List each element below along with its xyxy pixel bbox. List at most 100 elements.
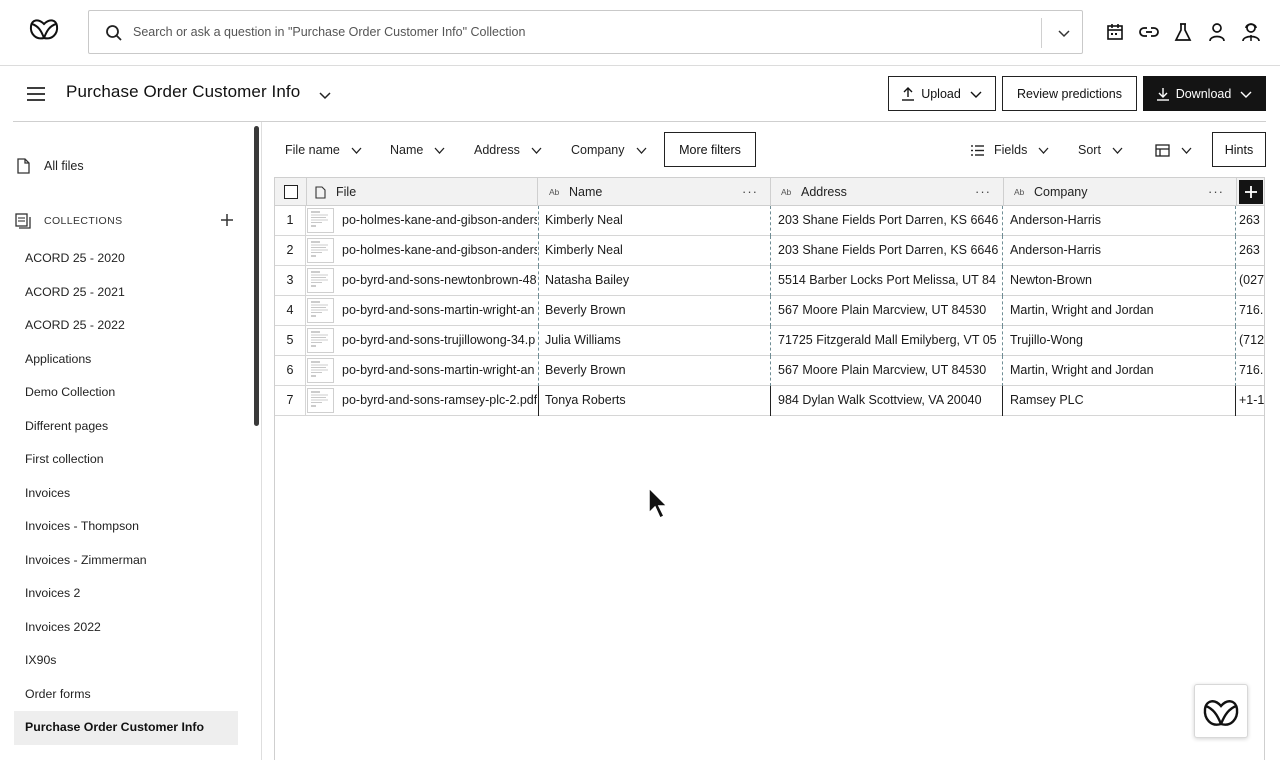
document-thumbnail[interactable]	[307, 358, 334, 383]
cell-address[interactable]: 567 Moore Plain Marcview, UT 84530	[771, 356, 1003, 385]
cell-name[interactable]: Julia Williams	[538, 326, 770, 355]
download-icon	[1156, 87, 1170, 101]
cell-name[interactable]: Natasha Bailey	[538, 266, 770, 295]
column-header-company[interactable]: Ab Company ···	[1014, 178, 1236, 206]
app-logo-icon[interactable]	[28, 14, 60, 42]
cell-company[interactable]: Martin, Wright and Jordan	[1003, 356, 1235, 385]
collection-switcher-chevron-icon[interactable]	[316, 86, 334, 104]
cell-company[interactable]: Ramsey PLC	[1003, 386, 1235, 415]
sidebar-item-collection[interactable]: Demo Collection	[14, 376, 238, 410]
menu-hamburger-icon[interactable]	[25, 83, 47, 105]
cell-file-name: po-byrd-and-sons-martin-wright-an	[342, 303, 535, 317]
cell-company[interactable]: Trujillo-Wong	[1003, 326, 1235, 355]
sidebar-item-all-files[interactable]: All files	[17, 156, 84, 176]
fields-menu[interactable]: Fields	[970, 139, 1050, 161]
cell-next-column[interactable]: 716.	[1236, 296, 1264, 325]
cell-next-column[interactable]: (712	[1236, 326, 1264, 355]
document-thumbnail[interactable]	[307, 208, 334, 233]
more-filters-button[interactable]: More filters	[664, 132, 756, 167]
add-column-button[interactable]	[1239, 180, 1263, 204]
review-predictions-button[interactable]: Review predictions	[1002, 76, 1137, 111]
table-row[interactable]: 2 po-holmes-kane-and-gibson-anders Kimberl…	[275, 236, 1264, 266]
filter-address[interactable]: Address	[474, 139, 543, 161]
sidebar-item-collection[interactable]: ACORD 25 - 2021	[14, 276, 238, 310]
collections-icon	[15, 213, 31, 229]
add-collection-icon[interactable]	[219, 212, 235, 228]
sidebar-item-collection[interactable]: Invoices	[14, 477, 238, 511]
document-thumbnail[interactable]	[307, 328, 334, 353]
table-row[interactable]: 5 po-byrd-and-sons-trujillowong-34.p Julia…	[275, 326, 1264, 356]
sidebar-item-active-collection[interactable]: Purchase Order Customer Info	[14, 711, 238, 745]
cell-address[interactable]: 203 Shane Fields Port Darren, KS 6646	[771, 206, 1003, 235]
column-header-file[interactable]: File	[315, 178, 537, 206]
filter-file-name[interactable]: File name	[285, 139, 363, 161]
filter-company[interactable]: Company	[571, 139, 648, 161]
sidebar-item-collection[interactable]: Invoices 2	[14, 577, 238, 611]
sidebar-scrollbar[interactable]	[254, 126, 259, 426]
column-menu-icon[interactable]: ···	[975, 184, 991, 199]
cell-address[interactable]: 203 Shane Fields Port Darren, KS 6646	[771, 236, 1003, 265]
cell-address[interactable]: 5514 Barber Locks Port Melissa, UT 84	[771, 266, 1003, 295]
cell-company[interactable]: Newton-Brown	[1003, 266, 1235, 295]
table-row[interactable]: 3 po-byrd-and-sons-newtonbrown-48 Natasha …	[275, 266, 1264, 296]
sidebar-item-collection[interactable]: IX90s	[14, 644, 238, 678]
upload-button[interactable]: Upload	[888, 76, 996, 111]
sidebar-item-collection[interactable]: Applications	[14, 343, 238, 377]
calendar-icon[interactable]	[1102, 20, 1128, 44]
view-layout-menu[interactable]	[1155, 139, 1193, 161]
document-thumbnail[interactable]	[307, 238, 334, 263]
table-row[interactable]: 6 po-byrd-and-sons-martin-wright-an Beverl…	[275, 356, 1264, 386]
cell-address[interactable]: 71725 Fitzgerald Mall Emilyberg, VT 05	[771, 326, 1003, 355]
hints-button[interactable]: Hints	[1212, 132, 1266, 167]
review-predictions-label: Review predictions	[1017, 86, 1122, 101]
chevron-down-icon	[1180, 144, 1193, 157]
sidebar-item-collection[interactable]: ACORD 25 - 2022	[14, 309, 238, 343]
cell-next-column[interactable]: 716.	[1236, 356, 1264, 385]
sidebar-item-collection[interactable]: Invoices 2022	[14, 611, 238, 645]
cell-name[interactable]: Tonya Roberts	[538, 386, 770, 415]
cell-next-column[interactable]: 263	[1236, 206, 1264, 235]
table-row[interactable]: 7 po-byrd-and-sons-ramsey-plc-2.pdf Tonya …	[275, 386, 1264, 416]
sidebar-item-collection[interactable]: First collection	[14, 443, 238, 477]
column-header-address[interactable]: Ab Address ···	[781, 178, 1003, 206]
table-row[interactable]: 1 po-holmes-kane-and-gibson-anders Kimberl…	[275, 206, 1264, 236]
select-all-checkbox[interactable]	[284, 185, 298, 199]
assistant-launcher-button[interactable]	[1194, 684, 1248, 738]
document-thumbnail[interactable]	[307, 298, 334, 323]
cell-next-column[interactable]: (027	[1236, 266, 1264, 295]
column-header-file-label: File	[336, 185, 357, 199]
filter-name[interactable]: Name	[390, 139, 446, 161]
sidebar-item-collection[interactable]: Invoices - Zimmerman	[14, 544, 238, 578]
cell-name[interactable]: Kimberly Neal	[538, 206, 770, 235]
user-icon[interactable]	[1204, 20, 1230, 44]
flask-icon[interactable]	[1170, 20, 1196, 44]
table-row[interactable]: 4 po-byrd-and-sons-martin-wright-an Beverl…	[275, 296, 1264, 326]
cell-name[interactable]: Beverly Brown	[538, 296, 770, 325]
cell-next-column[interactable]: +1-1	[1236, 386, 1264, 415]
document-thumbnail[interactable]	[307, 388, 334, 413]
cell-company[interactable]: Martin, Wright and Jordan	[1003, 296, 1235, 325]
search-options-chevron-icon[interactable]	[1055, 24, 1073, 42]
link-icon[interactable]	[1136, 20, 1162, 44]
cell-address[interactable]: 984 Dylan Walk Scottview, VA 20040	[771, 386, 1003, 415]
sidebar-item-collection[interactable]: ACORD 25 - 2020	[14, 242, 238, 276]
search-input[interactable]	[133, 19, 1033, 45]
search-bar[interactable]	[88, 10, 1083, 54]
sort-menu[interactable]: Sort	[1078, 139, 1124, 161]
cell-address[interactable]: 567 Moore Plain Marcview, UT 84530	[771, 296, 1003, 325]
column-menu-icon[interactable]: ···	[1208, 184, 1224, 199]
cell-company[interactable]: Anderson-Harris	[1003, 206, 1235, 235]
agent-icon[interactable]	[1238, 20, 1264, 44]
sidebar-item-collection[interactable]: Invoices - Thompson	[14, 510, 238, 544]
download-button[interactable]: Download	[1143, 76, 1266, 111]
sidebar-item-collection[interactable]: Order forms	[14, 678, 238, 712]
column-header-name[interactable]: Ab Name ···	[549, 178, 770, 206]
chevron-down-icon	[969, 87, 983, 101]
document-thumbnail[interactable]	[307, 268, 334, 293]
cell-company[interactable]: Anderson-Harris	[1003, 236, 1235, 265]
cell-name[interactable]: Beverly Brown	[538, 356, 770, 385]
sidebar-item-collection[interactable]: Different pages	[14, 410, 238, 444]
cell-next-column[interactable]: 263	[1236, 236, 1264, 265]
cell-name[interactable]: Kimberly Neal	[538, 236, 770, 265]
column-menu-icon[interactable]: ···	[742, 184, 758, 199]
